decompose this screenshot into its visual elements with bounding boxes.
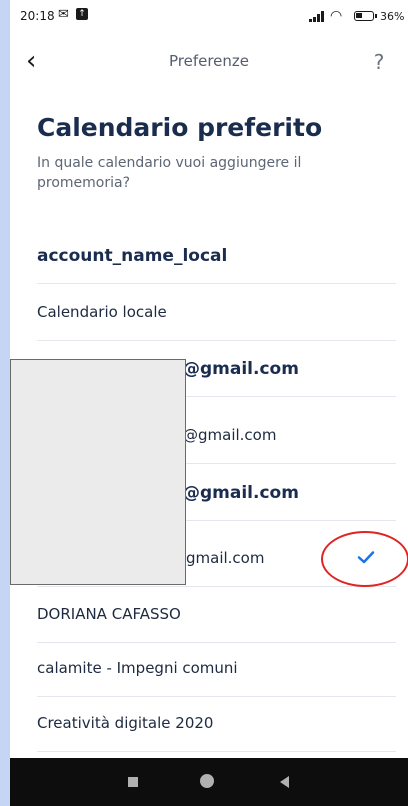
battery-icon	[354, 11, 374, 21]
calendar-label: @gmail.com	[183, 359, 299, 379]
battery-level: 36%	[380, 10, 405, 23]
calendar-label: Creatività digitale 2020	[37, 714, 214, 732]
recents-button[interactable]	[128, 777, 138, 787]
page-subtitle: In quale calendario vuoi aggiungere il p…	[37, 155, 302, 191]
calendar-item[interactable]: Creatività digitale 2020	[37, 696, 396, 752]
calendar-label: calamite - Impegni comuni	[37, 659, 238, 677]
home-button[interactable]	[200, 774, 214, 788]
calendar-label: DORIANA CAFASSO	[37, 605, 181, 623]
status-time: 20:18	[20, 9, 55, 23]
nav-title: Preferenze	[168, 52, 250, 70]
calendar-label: gmail.com	[186, 549, 265, 567]
calendar-label: Calendario locale	[37, 303, 167, 321]
redaction-box	[10, 359, 186, 585]
calendar-item[interactable]: Calendario locale	[37, 285, 396, 341]
system-back-button[interactable]	[280, 776, 289, 788]
mail-icon: ✉	[58, 7, 69, 22]
annotation-circle	[321, 531, 408, 587]
page-title: Calendario preferito	[37, 113, 323, 142]
calendar-label: account_name_local	[37, 246, 228, 266]
calendar-label: @gmail.com	[183, 483, 299, 503]
calendar-label: @gmail.com	[183, 426, 277, 444]
wifi-icon: ◠	[330, 8, 343, 24]
calendar-account-header: account_name_local	[37, 228, 396, 284]
upload-icon: ↑	[76, 8, 88, 20]
app-screen: 20:18 ✉ ↑ ◠ 36% ‹ Preferenze ? Calendari…	[10, 0, 408, 806]
help-icon[interactable]: ?	[364, 47, 394, 77]
system-navigation-bar	[10, 758, 408, 806]
top-navigation: ‹ Preferenze ?	[10, 40, 408, 84]
status-bar: 20:18 ✉ ↑ ◠ 36%	[10, 0, 408, 32]
battery-tip	[375, 14, 377, 18]
calendar-item[interactable]: calamite - Impegni comuni	[37, 641, 396, 697]
calendar-item[interactable]: DORIANA CAFASSO	[37, 587, 396, 643]
